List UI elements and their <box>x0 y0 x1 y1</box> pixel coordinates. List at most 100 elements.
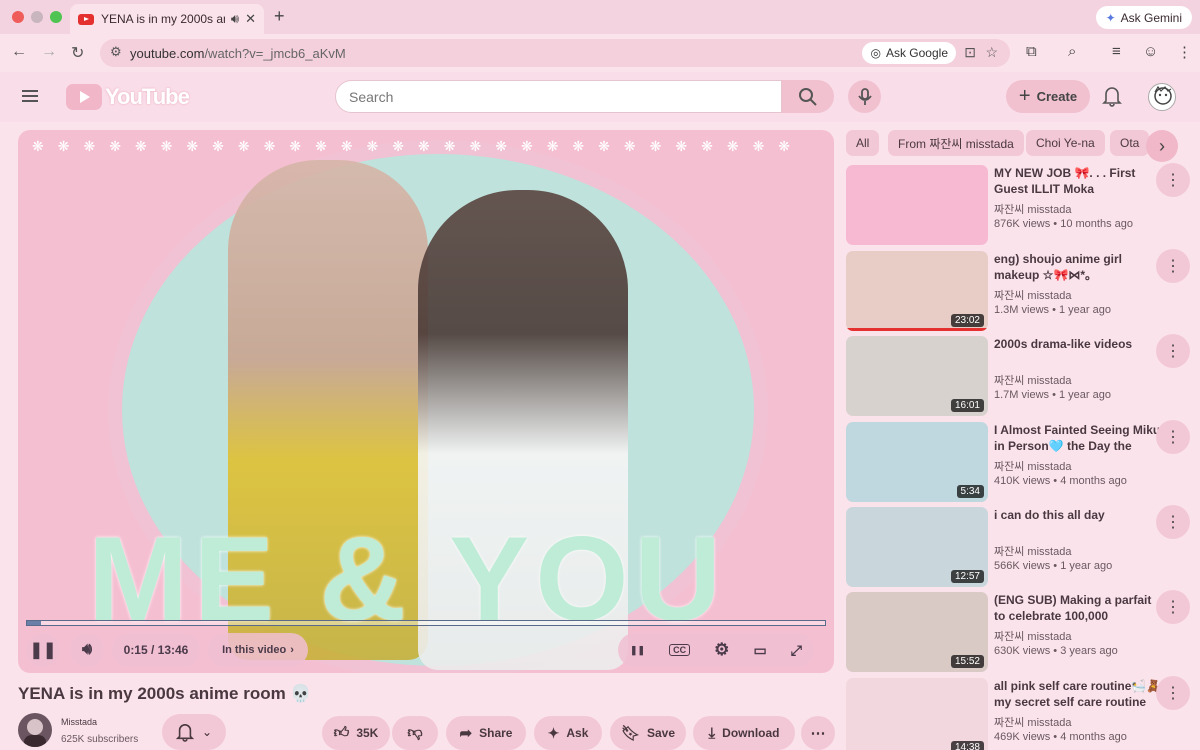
account-avatar[interactable] <box>1148 83 1176 111</box>
recommendation-channel[interactable]: 짜잔씨 misstada <box>994 543 1071 559</box>
recommendation-channel[interactable]: 짜잔씨 misstada <box>994 201 1071 217</box>
miniplayer-pause-icon[interactable]: ❚❚ <box>630 645 645 656</box>
recommendation-more-button[interactable]: ⋮ <box>1156 420 1190 454</box>
dislike-button[interactable]: 👎︎ <box>392 716 438 750</box>
search-input[interactable] <box>335 80 782 113</box>
recommendation-item[interactable]: 16:01 2000s drama-like videos 짜잔씨 misstada… <box>846 334 1190 416</box>
bookmark-star-icon[interactable]: ☆ <box>985 44 998 61</box>
site-settings-icon[interactable]: ⚙ <box>110 44 122 60</box>
menu-icon[interactable] <box>22 90 38 102</box>
save-label: Save <box>647 726 676 740</box>
ask-gemini-button[interactable]: ✦ Ask Gemini <box>1095 6 1192 29</box>
recommendation-item[interactable]: 23:02 eng) shoujo anime girl makeup ☆🎀⋈*。… <box>846 249 1190 331</box>
recommendation-thumbnail[interactable]: 12:57 <box>846 507 988 587</box>
ask-button[interactable]: ✦ Ask <box>534 716 602 750</box>
recommendation-title[interactable]: all pink self care routine🛀🧸 my secret s… <box>994 678 1162 710</box>
forward-icon[interactable]: → <box>41 43 57 61</box>
subscriber-count: 625K subscribers <box>61 734 139 745</box>
channel-avatar[interactable] <box>18 713 52 747</box>
sparkle-icon: ✦ <box>547 724 560 741</box>
recommendation-meta: 1.3M views • 1 year ago <box>994 304 1111 316</box>
recommendation-thumbnail[interactable]: 14:38 <box>846 678 988 750</box>
more-actions-button[interactable]: ⋯ <box>801 716 835 750</box>
recommendation-title[interactable]: I Almost Fainted Seeing Miku in Person🩵 … <box>994 422 1162 454</box>
chip-from-channel[interactable]: From 짜잔씨 misstada <box>888 130 1024 156</box>
recommendation-item[interactable]: MY NEW JOB 🎀. . . First Guest ILLIT Moka… <box>846 163 1190 245</box>
recommendation-thumbnail[interactable]: 5:34 <box>846 422 988 502</box>
new-tab-icon[interactable]: + <box>274 6 285 27</box>
reload-icon[interactable]: ↻ <box>71 43 84 63</box>
recommendation-more-button[interactable]: ⋮ <box>1156 249 1190 283</box>
recommendation-more-button[interactable]: ⋮ <box>1156 676 1190 710</box>
download-button[interactable]: ⤓ Download <box>693 716 795 750</box>
recommendation-more-button[interactable]: ⋮ <box>1156 163 1190 197</box>
recommendation-channel[interactable]: 짜잔씨 misstada <box>994 372 1071 388</box>
browser-tab[interactable]: YENA is in my 2000s anime room 🔊︎ ✕ <box>70 4 264 34</box>
right-controls: ❚❚ CC ⚙ ▭ ⤢ <box>618 633 814 667</box>
recommendation-channel[interactable]: 짜잔씨 misstada <box>994 458 1071 474</box>
pause-button[interactable]: ❚❚ <box>26 633 60 667</box>
fullscreen-icon[interactable]: ⤢ <box>791 642 802 659</box>
tab-search-icon[interactable]: ⌕ <box>1068 43 1076 60</box>
recommendation-channel[interactable]: 짜잔씨 misstada <box>994 628 1071 644</box>
create-button[interactable]: + Create <box>1006 80 1090 113</box>
recommendation-more-button[interactable]: ⋮ <box>1156 505 1190 539</box>
recommendation-item[interactable]: 5:34 I Almost Fainted Seeing Miku in Pers… <box>846 420 1190 502</box>
channel-name[interactable]: Misstada <box>61 717 97 727</box>
address-bar[interactable]: ⚙ youtube.com/watch?v=_jmcb6_aKvM ◎ Ask … <box>100 39 1010 67</box>
video-player[interactable]: ❋ ❋ ❋ ❋ ❋ ❋ ❋ ❋ ❋ ❋ ❋ ❋ ❋ ❋ ❋ ❋ ❋ ❋ ❋ ❋ ❋ ❋ ❋ ❋ ❋ ❋ ❋ ❋ ❋ ❋ ME & YOU … <box>18 130 834 673</box>
save-button[interactable]: 🔖︎ Save <box>610 716 686 750</box>
recommendation-more-button[interactable]: ⋮ <box>1156 334 1190 368</box>
share-button[interactable]: ➦ Share <box>446 716 526 750</box>
profile-extension-icon[interactable]: ☺ <box>1143 43 1158 60</box>
video-progress-bar[interactable] <box>26 620 826 626</box>
video-duration: 5:34 <box>956 485 984 498</box>
close-window-icon[interactable] <box>12 11 24 23</box>
speaker-icon[interactable]: 🔊︎ <box>231 11 239 27</box>
search-icon <box>799 87 817 106</box>
recommendation-title[interactable]: MY NEW JOB 🎀. . . First Guest ILLIT Moka <box>994 165 1162 197</box>
settings-gear-icon[interactable]: ⚙ <box>714 640 729 660</box>
youtube-logo[interactable]: YouTube <box>66 84 190 110</box>
chip-other[interactable]: Ota <box>1110 130 1150 156</box>
maximize-window-icon[interactable] <box>50 11 62 23</box>
chips-next-button[interactable]: › <box>1146 130 1178 162</box>
search-button[interactable] <box>782 80 834 113</box>
recommendation-thumbnail[interactable] <box>846 165 988 245</box>
subscribed-notifications-button[interactable]: ⌄ <box>162 714 226 750</box>
media-controls-icon[interactable]: ≡ <box>1112 43 1121 60</box>
like-button[interactable]: 👍︎ 35K <box>322 716 390 750</box>
recommendation-title[interactable]: (ENG SUB) Making a parfait to celebrate … <box>994 592 1162 624</box>
recommendation-item[interactable]: 14:38 all pink self care routine🛀🧸 my sec… <box>846 676 1190 750</box>
recommendation-channel[interactable]: 짜잔씨 misstada <box>994 287 1071 303</box>
voice-search-button[interactable] <box>848 80 881 113</box>
recommendation-thumbnail[interactable]: 16:01 <box>846 336 988 416</box>
recommendation-channel[interactable]: 짜잔씨 misstada <box>994 714 1071 730</box>
recommendation-item[interactable]: 12:57 i can do this all day 짜잔씨 misstada 56… <box>846 505 1190 587</box>
more-vertical-icon: ⋮ <box>1165 258 1181 275</box>
recommendation-item[interactable]: 15:52 (ENG SUB) Making a parfait to celeb… <box>846 590 1190 672</box>
browser-menu-icon[interactable]: ⋮ <box>1177 43 1192 61</box>
in-this-video-button[interactable]: In this video › <box>208 633 308 667</box>
minimize-window-icon[interactable] <box>31 11 43 23</box>
chip-all[interactable]: All <box>846 130 880 156</box>
chevron-right-icon: › <box>290 644 294 656</box>
captions-button[interactable]: CC <box>669 644 691 656</box>
recommendation-thumbnail[interactable]: 15:52 <box>846 592 988 672</box>
chip-choi-ye-na[interactable]: Choi Ye-na <box>1026 130 1105 156</box>
theater-mode-icon[interactable]: ▭ <box>753 642 766 659</box>
recommendation-title[interactable]: 2000s drama-like videos <box>994 336 1162 352</box>
recommendation-thumbnail[interactable]: 23:02 <box>846 251 988 331</box>
recommendation-title[interactable]: eng) shoujo anime girl makeup ☆🎀⋈*。 <box>994 251 1162 283</box>
close-tab-icon[interactable]: ✕ <box>245 11 256 27</box>
volume-button[interactable]: 🔊︎ <box>70 633 104 667</box>
extensions-icon[interactable]: ⧉ <box>1026 43 1037 60</box>
lens-icon: ◎ <box>870 46 881 60</box>
recommendation-title[interactable]: i can do this all day <box>994 507 1162 523</box>
ask-google-button[interactable]: ◎ Ask Google <box>862 42 956 64</box>
more-vertical-icon: ⋮ <box>1165 514 1181 531</box>
install-icon[interactable]: ⊡ <box>964 44 976 61</box>
notifications-bell-icon[interactable] <box>1102 85 1122 107</box>
recommendation-more-button[interactable]: ⋮ <box>1156 590 1190 624</box>
back-icon[interactable]: ← <box>11 43 27 61</box>
